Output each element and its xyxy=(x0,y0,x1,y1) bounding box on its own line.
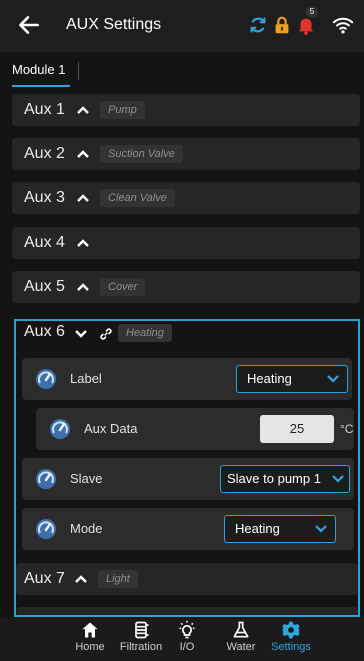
aux-row-4[interactable]: Aux 4 xyxy=(12,227,360,259)
app-header: AUX Settings 5 xyxy=(0,0,364,52)
chevron-down-icon xyxy=(332,475,344,483)
chevron-down-icon[interactable] xyxy=(74,328,88,340)
bottom-nav: Home Filtration I/O Water Settings xyxy=(0,618,364,661)
notification-badge: 5 xyxy=(306,6,318,18)
aux-chip: Clean Valve xyxy=(100,189,175,207)
aux-label: Aux 3 xyxy=(24,189,65,206)
mode-field-name: Mode xyxy=(70,521,103,536)
chevron-up-icon[interactable] xyxy=(74,573,88,585)
chevron-down-icon xyxy=(327,375,339,383)
sync-icon[interactable] xyxy=(247,14,269,36)
back-arrow-icon[interactable] xyxy=(16,12,42,38)
aux-label: Aux 7 xyxy=(24,570,65,587)
link-icon xyxy=(100,328,112,340)
aux-label: Aux 5 xyxy=(24,278,65,295)
mode-setting-row: Mode Heating xyxy=(22,508,354,550)
aux-row-7[interactable]: Aux 7 Light xyxy=(16,563,358,595)
module-tabs: Module 1 xyxy=(0,52,364,90)
slave-field-name: Slave xyxy=(70,471,103,486)
aux-6-panel: Aux 6 Heating Label Heating Aux Data 25 xyxy=(14,319,360,617)
aux-chip: Cover xyxy=(100,278,146,296)
aux-label: Aux 1 xyxy=(24,101,65,118)
gauge-icon xyxy=(36,519,56,539)
aux-label: Aux 4 xyxy=(24,234,65,251)
chevron-up-icon[interactable] xyxy=(76,148,90,160)
aux-row-2[interactable]: Aux 2 Suction Valve xyxy=(12,138,360,170)
aux-row-5[interactable]: Aux 5 Cover xyxy=(12,271,360,303)
aux-chip: Suction Valve xyxy=(100,145,183,163)
gauge-icon xyxy=(36,469,56,489)
label-field-name: Label xyxy=(70,371,102,386)
aux-label: Aux 6 xyxy=(24,323,65,340)
aux-row-1[interactable]: Aux 1 Pump xyxy=(12,94,360,126)
chevron-up-icon[interactable] xyxy=(76,192,90,204)
aux-data-input[interactable]: 25 xyxy=(260,415,334,443)
chevron-up-icon[interactable] xyxy=(76,237,90,249)
gauge-icon xyxy=(36,369,56,389)
aux-chip: Light xyxy=(98,570,138,588)
lightbulb-icon xyxy=(179,620,195,639)
tab-module-1[interactable]: Module 1 xyxy=(12,62,65,77)
aux-label: Aux 2 xyxy=(24,145,65,162)
home-icon xyxy=(82,622,98,638)
page-title: AUX Settings xyxy=(66,16,162,33)
nav-settings[interactable]: Settings xyxy=(259,620,323,660)
label-select[interactable]: Heating xyxy=(236,365,348,393)
aux-row-3[interactable]: Aux 3 Clean Valve xyxy=(12,182,360,214)
chevron-up-icon[interactable] xyxy=(76,281,90,293)
mode-select[interactable]: Heating xyxy=(224,515,336,543)
aux-row-6[interactable]: Aux 6 Heating xyxy=(16,321,358,347)
gear-icon xyxy=(282,621,300,639)
slave-select[interactable]: Slave to pump 1 xyxy=(220,465,350,493)
tab-divider xyxy=(78,62,79,80)
aux-row-8-partial xyxy=(16,607,358,615)
lock-icon[interactable] xyxy=(271,14,293,36)
aux-data-row: Aux Data 25 °C xyxy=(36,408,354,450)
flask-icon xyxy=(233,621,249,638)
slave-setting-row: Slave Slave to pump 1 xyxy=(22,458,354,500)
label-select-value: Heating xyxy=(247,371,292,386)
chevron-down-icon xyxy=(315,525,327,533)
aux-chip: Pump xyxy=(100,101,145,119)
aux-data-field-name: Aux Data xyxy=(84,421,138,436)
wifi-icon[interactable] xyxy=(332,14,354,36)
gauge-icon xyxy=(50,419,70,439)
filtration-icon xyxy=(135,621,149,639)
aux-chip: Heating xyxy=(118,324,172,342)
chevron-up-icon[interactable] xyxy=(76,104,90,116)
label-setting-row: Label Heating xyxy=(22,358,352,400)
nav-settings-label: Settings xyxy=(271,641,311,653)
mode-select-value: Heating xyxy=(235,521,280,536)
tab-active-indicator xyxy=(12,85,70,87)
slave-select-value: Slave to pump 1 xyxy=(227,471,321,486)
unit-label: °C xyxy=(340,422,354,436)
